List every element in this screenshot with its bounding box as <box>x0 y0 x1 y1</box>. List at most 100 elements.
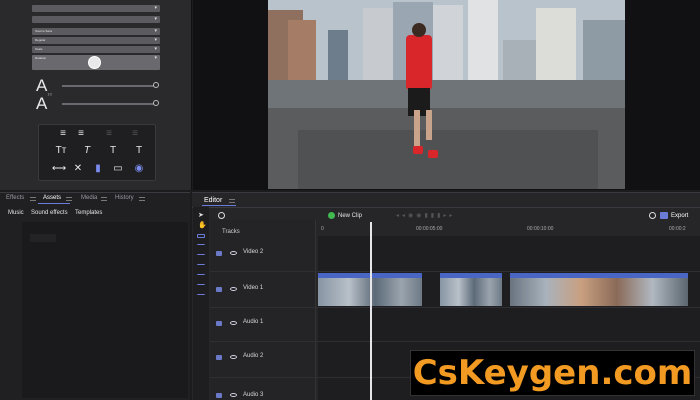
lock-icon[interactable] <box>216 251 222 256</box>
chevron-down-icon: ▾ <box>154 5 157 11</box>
trash-icon[interactable]: ▮ <box>90 163 106 174</box>
menu-icon[interactable] <box>30 197 36 201</box>
subtab-music[interactable]: Music <box>8 210 24 216</box>
hand-tool-icon[interactable]: ✋ <box>198 221 207 229</box>
visibility-icon[interactable]: ◉ <box>131 163 147 174</box>
align-left-icon[interactable]: ≡ <box>55 128 71 139</box>
timecode-5s: 00:00:05:00 <box>416 226 443 232</box>
chevron-down-icon: ▾ <box>154 55 157 61</box>
video-preview[interactable] <box>268 0 625 189</box>
export-button[interactable]: Export <box>671 213 688 219</box>
tab-history[interactable]: History <box>115 195 134 201</box>
slip-tool-icon[interactable] <box>197 254 205 258</box>
italic-icon[interactable]: T <box>79 145 95 156</box>
razor-tool-icon[interactable] <box>197 234 205 238</box>
track-row-video-2 <box>210 236 700 272</box>
justify-icon[interactable]: ≡ <box>127 128 143 139</box>
export-icon[interactable] <box>660 212 668 219</box>
clock-icon[interactable] <box>218 212 225 219</box>
track-label-video-1: Video 1 <box>243 285 264 291</box>
eye-icon[interactable] <box>230 321 237 325</box>
subtab-templates[interactable]: Templates <box>75 210 102 216</box>
align-center-icon[interactable]: ≡ <box>73 128 89 139</box>
timecode-20s: 00:00:2 <box>669 226 686 232</box>
chevron-down-icon: ▾ <box>154 37 157 43</box>
tab-effects[interactable]: Effects <box>6 195 24 201</box>
link-tool-icon[interactable] <box>197 294 205 298</box>
track-label-audio-2: Audio 2 <box>243 353 264 359</box>
video-clip-3[interactable] <box>510 273 688 306</box>
track-label-audio-3: Audio 3 <box>243 392 264 398</box>
new-clip-button[interactable]: New Clip <box>338 213 362 219</box>
font-family-dropdown[interactable]: Source Sans ▾ <box>32 28 160 35</box>
lock-icon[interactable] <box>216 355 222 360</box>
font-family-label: Source Sans <box>35 29 53 33</box>
timecode-0: 0 <box>321 226 324 232</box>
tab-media-label: Media <box>81 195 98 201</box>
playhead[interactable] <box>370 222 372 400</box>
asset-item-placeholder[interactable] <box>30 234 56 242</box>
track-label-video-2: Video 2 <box>243 249 264 255</box>
video-frame-image <box>268 0 625 189</box>
menu-icon[interactable] <box>229 199 235 203</box>
text-case-icon[interactable]: Tт <box>53 145 69 156</box>
tracking-slider-handle[interactable] <box>153 100 159 106</box>
font-weight-dropdown[interactable]: Regular ▾ <box>32 37 160 44</box>
rotation-control[interactable]: Rotation ▾ <box>32 55 160 70</box>
new-clip-icon[interactable] <box>328 212 335 219</box>
font-dropdown-top[interactable]: ▾ <box>32 5 160 12</box>
lock-icon[interactable] <box>216 287 222 292</box>
menu-icon[interactable] <box>101 197 107 201</box>
settings-clock-icon[interactable] <box>649 212 656 219</box>
tracks-label: Tracks <box>222 229 240 235</box>
pointer-tool-icon[interactable]: ➤ <box>198 211 204 219</box>
eye-icon[interactable] <box>230 355 237 359</box>
watermark-banner: CsKeygen.com <box>410 350 695 396</box>
menu-icon[interactable] <box>66 197 72 201</box>
menu-icon[interactable] <box>139 197 145 201</box>
chevron-down-icon: ▾ <box>154 16 157 22</box>
font-size-slider-handle[interactable] <box>153 82 159 88</box>
watermark-text: CsKeygen.com <box>412 353 693 393</box>
expand-icon[interactable]: ⟷ <box>51 163 67 174</box>
lock-icon[interactable] <box>216 393 222 398</box>
subtab-sound-effects[interactable]: Sound effects <box>31 210 68 216</box>
tab-assets-label: Assets <box>43 195 62 201</box>
font-weight-label: Regular <box>35 38 46 42</box>
assets-list <box>22 222 188 398</box>
text-style-icon[interactable]: T <box>105 145 121 156</box>
close-icon[interactable]: ✕ <box>70 163 86 174</box>
timecode-10s: 00:00:10:00 <box>527 226 554 232</box>
scale-dropdown[interactable]: Scale ▾ <box>32 46 160 53</box>
font-size-slider[interactable] <box>62 85 154 87</box>
editor-toolbar: ➤ ✋ <box>193 207 209 400</box>
tab-assets[interactable]: Assets <box>43 195 61 201</box>
trim-tool-icon[interactable] <box>197 244 205 248</box>
font-size-glyph: A <box>36 76 48 95</box>
tracking-glyph: A <box>36 94 48 113</box>
tab-effects-label: Effects <box>6 195 25 201</box>
rotation-dial[interactable] <box>88 56 101 69</box>
active-tab-indicator <box>38 203 70 204</box>
tab-history-label: History <box>115 195 134 201</box>
video-clip-2[interactable] <box>440 273 502 306</box>
transport-controls[interactable]: ◂◂◉◉▮▮▮▸▸ <box>396 212 500 220</box>
style-dropdown-top[interactable]: ▾ <box>32 16 160 23</box>
tab-media[interactable]: Media <box>81 195 97 201</box>
track-label-audio-1: Audio 1 <box>243 319 264 325</box>
active-tab-indicator <box>202 205 236 206</box>
lock-icon[interactable] <box>216 321 222 326</box>
scale-label: Scale <box>35 47 43 51</box>
align-right-icon[interactable]: ≡ <box>101 128 117 139</box>
keyframe-tool-icon[interactable] <box>197 284 205 288</box>
text-style-alt-icon[interactable]: T <box>131 145 147 156</box>
text-tools-grid: ≡ ≡ ≡ ≡ Tт T T T ⟷ ✕ ▮ ▭ ◉ <box>38 124 156 181</box>
eye-icon[interactable] <box>230 393 237 397</box>
tracking-slider[interactable] <box>62 103 154 105</box>
background-box-icon[interactable]: ▭ <box>110 163 126 174</box>
eye-icon[interactable] <box>230 287 237 291</box>
eye-icon[interactable] <box>230 251 237 255</box>
roll-tool-icon[interactable] <box>197 264 205 268</box>
stretch-tool-icon[interactable] <box>197 274 205 278</box>
editor-title: Editor <box>204 197 223 204</box>
